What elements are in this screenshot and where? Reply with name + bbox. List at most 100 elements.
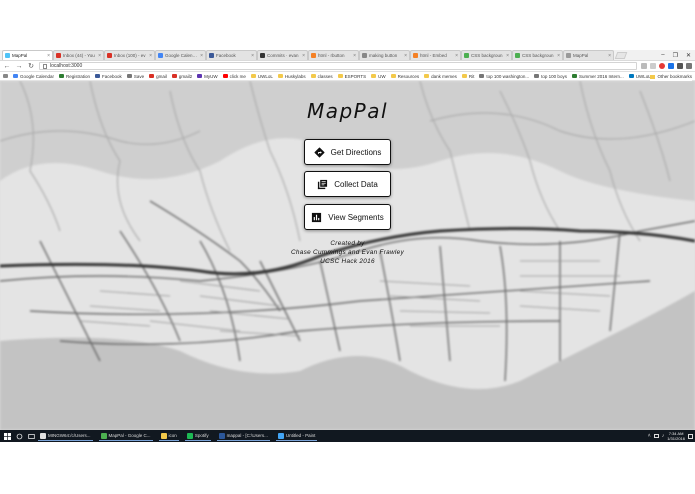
maximize-button[interactable]: ❐ [673, 52, 678, 59]
menu-icon[interactable] [686, 63, 692, 69]
bookmark-item[interactable]: gmail2 [171, 74, 192, 79]
bookmark-item[interactable]: top 100 washington... [479, 74, 529, 79]
new-tab-button[interactable] [614, 52, 628, 59]
bookmark-icon [628, 74, 634, 78]
search-icon[interactable] [14, 431, 24, 441]
forward-arrow-icon[interactable]: → [15, 63, 23, 70]
bookmark-item[interactable]: Google Calendar [13, 74, 54, 79]
bookmark-label: Registration [66, 73, 91, 79]
bookmark-item[interactable]: UW [371, 74, 386, 79]
tab-close-icon[interactable]: × [557, 53, 560, 59]
notifications-icon[interactable] [688, 433, 693, 439]
bookmark-item[interactable]: Save [126, 73, 145, 79]
tab-label: Inbox (44) - You [63, 53, 95, 58]
browser-tab[interactable]: Facebook × [206, 50, 257, 60]
bookmark-label: Resources [397, 73, 420, 79]
collect-data-label: Collect Data [334, 179, 378, 189]
windows-start-icon[interactable] [2, 431, 12, 441]
taskbar-clock[interactable]: 7:34 AM 1/31/2016 [667, 431, 685, 441]
folder-icon [650, 74, 656, 79]
bookmark-item[interactable]: ESPORTS [337, 73, 367, 79]
minimize-button[interactable]: – [661, 52, 664, 59]
view-segments-button[interactable]: View Segments [304, 204, 391, 230]
taskbar-task[interactable]: mappal - [C:\Users... [216, 431, 270, 441]
tab-favicon-icon [260, 53, 265, 58]
collect-data-button[interactable]: Collect Data [304, 171, 391, 197]
reload-icon[interactable]: ↻ [27, 62, 35, 70]
translate-extension-icon[interactable] [668, 63, 674, 69]
bookmark-item[interactable]: Facebook [95, 74, 122, 79]
bookmark-item[interactable]: dank memes [424, 74, 457, 79]
tab-label: Google Calendar [165, 53, 199, 58]
taskbar-task[interactable]: MapPal - Google C... [98, 431, 153, 441]
bookmark-item[interactable]: Rit [461, 73, 475, 79]
browser-tab[interactable]: making button × [359, 50, 410, 60]
browser-tab[interactable]: html - rbutton × [308, 50, 359, 60]
bookmark-item[interactable]: click me [222, 74, 246, 79]
bookmark-label: Huskylabs [284, 73, 306, 79]
browser-tab[interactable]: Inbox (100) - ev × [104, 50, 155, 60]
tab-close-icon[interactable]: × [353, 53, 356, 59]
taskbar-task[interactable]: MINGW64:/c/Users... [38, 431, 93, 441]
task-app-icon [100, 432, 107, 439]
bookmark-label: ESPORTS [344, 73, 367, 79]
bookmark-item[interactable]: UWLoL [250, 74, 273, 79]
task-view-icon[interactable] [26, 431, 36, 441]
browser-tab[interactable]: MapPal × [563, 50, 614, 60]
close-window-button[interactable]: ✕ [686, 52, 691, 59]
tab-close-icon[interactable]: × [251, 53, 254, 59]
tab-close-icon[interactable]: × [149, 53, 152, 59]
bar-chart-icon [312, 212, 322, 222]
task-app-icon [186, 432, 193, 439]
bookmark-item[interactable]: MyUW [197, 74, 218, 79]
bookmark-label: UW [378, 73, 386, 79]
address-bar[interactable]: localhost:3000 [39, 62, 637, 70]
bookmark-item[interactable]: Resources [390, 73, 420, 79]
other-bookmarks-label: Other bookmarks [657, 74, 692, 79]
tab-close-icon[interactable]: × [47, 53, 50, 59]
bookmark-item[interactable]: gmail [149, 74, 167, 79]
bookmark-label: Save [133, 73, 145, 79]
volume-icon[interactable]: ♪ [662, 433, 665, 439]
tab-favicon-icon [209, 53, 214, 58]
back-arrow-icon[interactable]: ← [3, 63, 11, 70]
tab-close-icon[interactable]: × [302, 53, 305, 59]
browser-tab[interactable]: CSS backgroun × [512, 50, 563, 60]
page-icon [43, 63, 47, 69]
zoom-icon[interactable] [641, 63, 647, 69]
browser-tab[interactable]: Commits · evan × [257, 50, 308, 60]
bookmark-item[interactable]: Summer 2016 Intern... [571, 74, 624, 79]
bookmark-icon [534, 74, 540, 78]
browser-tab[interactable]: Inbox (44) - You × [53, 50, 104, 60]
taskbar-task[interactable]: icon [158, 431, 179, 441]
tab-close-icon[interactable]: × [455, 53, 458, 59]
extension-icon[interactable] [677, 63, 683, 69]
bookmark-label: Rit [468, 73, 475, 79]
bookmark-item[interactable]: Registration [59, 74, 90, 79]
tab-close-icon[interactable]: × [200, 53, 203, 59]
bookmark-star-icon[interactable] [650, 63, 656, 69]
tab-label: Commits · evan [267, 53, 299, 58]
tab-close-icon[interactable]: × [98, 53, 101, 59]
other-bookmarks[interactable]: Other bookmarks [650, 72, 692, 81]
tab-close-icon[interactable]: × [608, 53, 611, 59]
get-directions-button[interactable]: Get Directions [304, 139, 391, 165]
browser-tab[interactable]: Google Calendar × [155, 50, 206, 60]
tab-close-icon[interactable]: × [506, 53, 509, 59]
apps-icon[interactable] [3, 74, 8, 78]
browser-tab[interactable]: html - Embed × [410, 50, 461, 60]
taskbar-task[interactable]: Spotify [184, 431, 211, 441]
clock-date: 1/31/2016 [667, 436, 685, 441]
tab-close-icon[interactable]: × [404, 53, 407, 59]
browser-tab[interactable]: CSS backgroun × [461, 50, 512, 60]
bookmark-item[interactable]: top 100 boys [534, 74, 567, 79]
network-icon[interactable] [653, 434, 659, 438]
bookmark-item[interactable]: Huskylabs [277, 73, 306, 79]
browser-tab[interactable]: MapPal × [2, 50, 53, 60]
opera-extension-icon[interactable] [659, 63, 665, 69]
directions-icon [314, 147, 325, 157]
bookmark-item[interactable]: classes [310, 74, 333, 79]
taskbar-task[interactable]: Untitled - Paint [275, 431, 318, 441]
page-title: MapPal [306, 99, 389, 123]
tray-chevron-icon[interactable]: ˄ [648, 433, 651, 439]
